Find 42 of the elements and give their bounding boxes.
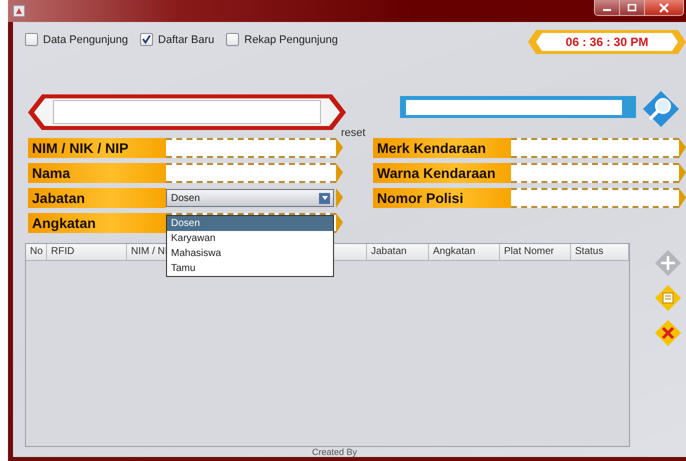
field-label: Nama [28,163,166,184]
field-label: Nomor Polisi [373,188,511,208]
column-header[interactable]: Angkatan [429,244,500,260]
maximize-button[interactable] [620,0,645,15]
field-label: NIM / NIK / NIP [28,138,166,158]
column-header[interactable]: Status [571,244,629,260]
checkbox-label[interactable]: Rekap Pengunjung [244,34,338,46]
app-icon [13,5,25,17]
dropdown-option[interactable]: Mahasiswa [167,246,333,261]
delete-icon[interactable] [654,319,682,347]
dropdown-option[interactable]: Dosen [167,216,333,231]
input-field[interactable] [166,163,336,184]
footer-text: Created By [310,447,358,457]
checkbox-label[interactable]: Daftar Baru [158,34,214,46]
maximize-icon [627,4,637,12]
dropdown-option[interactable]: Karyawan [167,231,333,246]
reset-label[interactable]: reset [341,127,366,140]
column-header[interactable]: Jabatan [367,244,429,260]
checkbox[interactable] [140,33,154,46]
clock-display: 06 : 36 : 30 PM [528,30,686,54]
search-field[interactable] [400,96,636,118]
field-label: Angkatan [28,213,166,234]
field-label: Merk Kendaraan [373,138,511,158]
column-header[interactable]: RFID [47,244,127,260]
column-header[interactable]: Plat Nomer [500,244,571,260]
search-icon[interactable] [642,90,680,128]
input-field[interactable] [166,138,336,158]
field-label: Jabatan [28,188,166,208]
close-icon [659,2,669,12]
jabatan-dropdown[interactable]: Dosen [166,189,334,208]
checkbox[interactable] [226,33,240,46]
minimize-button[interactable] [595,0,620,15]
input-field[interactable] [511,188,679,208]
input-field[interactable] [511,163,679,184]
input-field[interactable] [511,138,679,158]
field-label: Warna Kendaraan [373,163,511,184]
checkbox-label[interactable]: Data Pengunjung [43,34,128,46]
dropdown-option[interactable]: Tamu [167,261,333,276]
column-header[interactable]: No [26,244,47,260]
checkbox[interactable] [25,33,38,46]
close-button[interactable] [645,0,683,15]
edit-icon[interactable] [654,284,682,312]
